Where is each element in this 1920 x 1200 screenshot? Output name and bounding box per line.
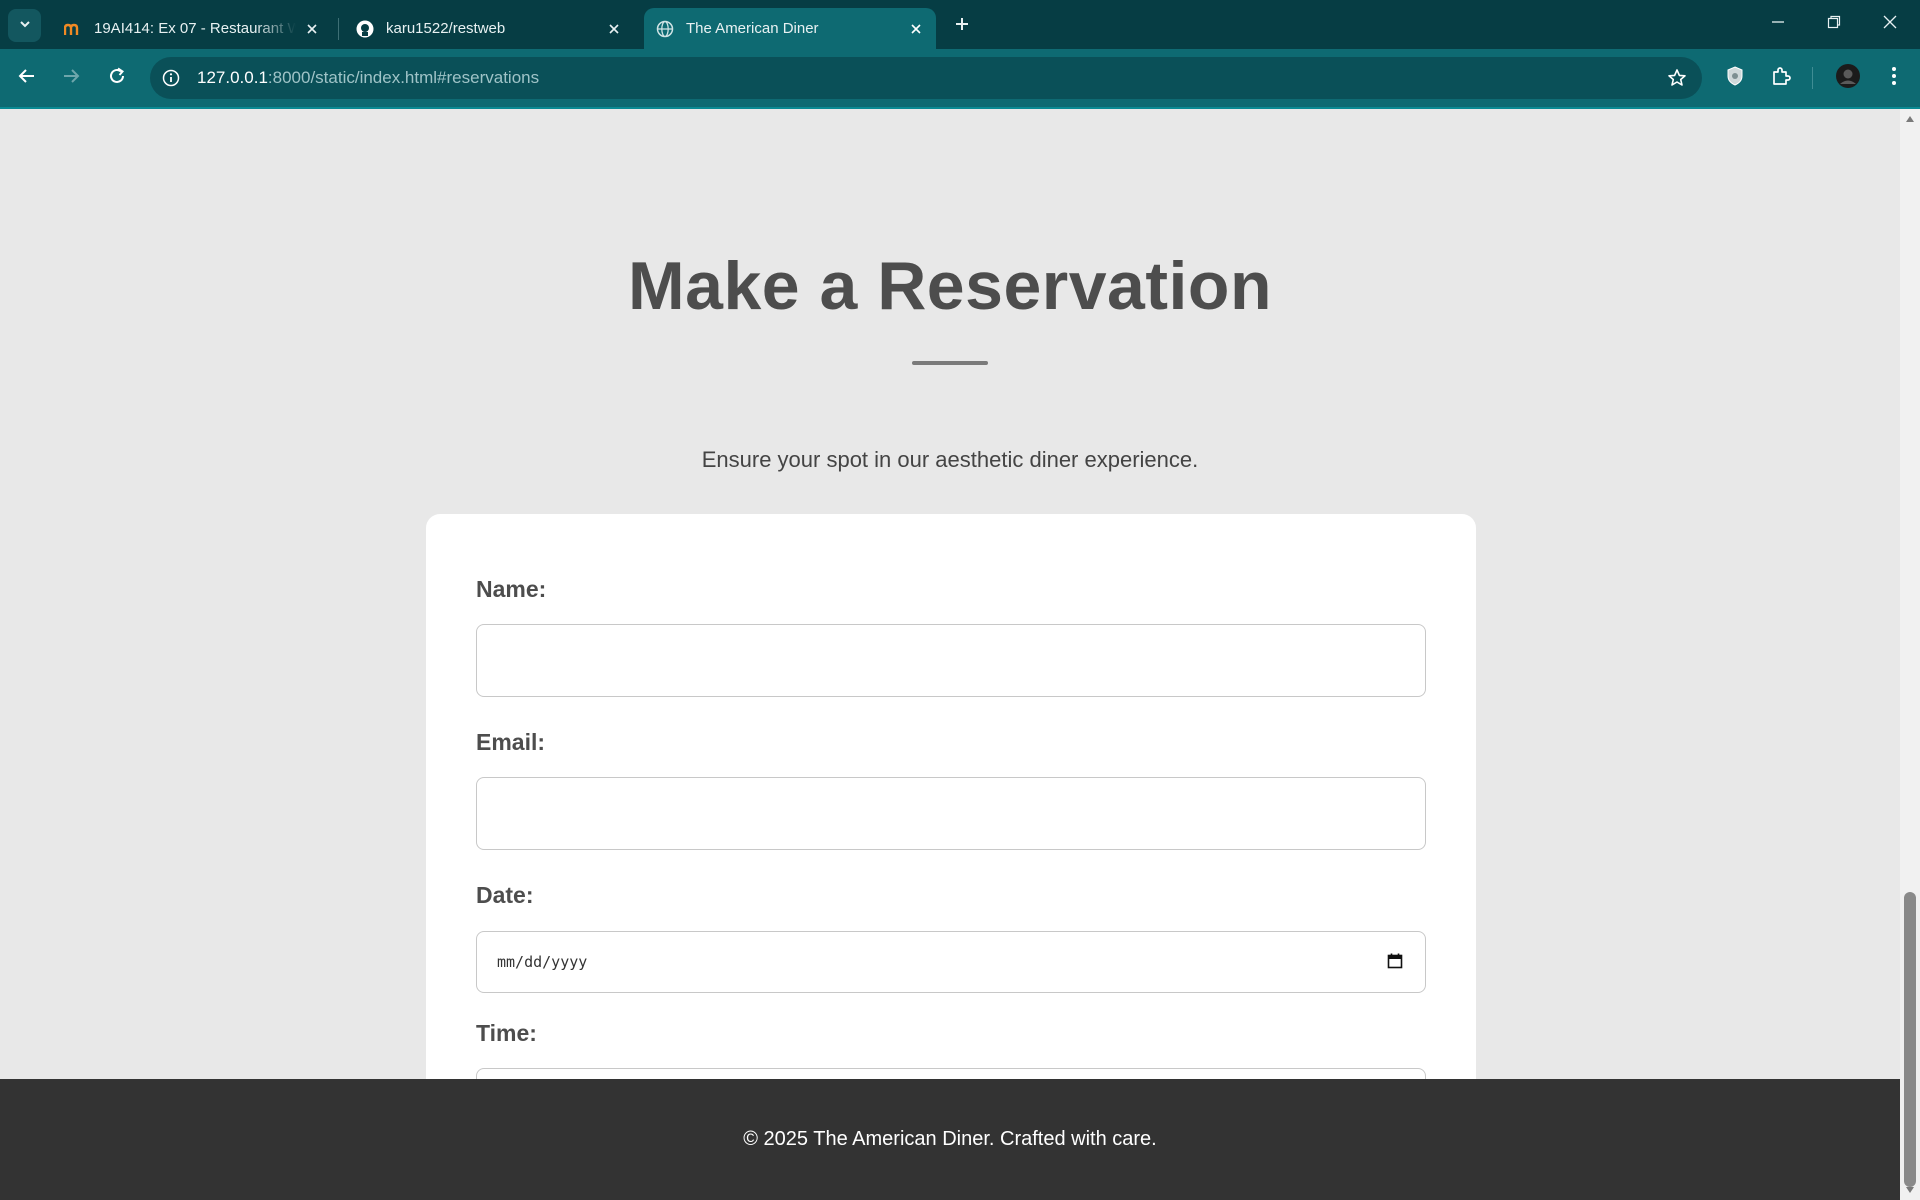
arrow-left-icon	[18, 67, 36, 90]
reservation-form: Name: Email: Date: mm/dd/yyyy Time:	[426, 514, 1476, 1141]
arrow-right-icon	[62, 67, 80, 90]
more-vertical-icon	[1891, 66, 1897, 91]
bookmark-star-icon[interactable]	[1666, 67, 1688, 89]
extensions-button[interactable]	[1766, 63, 1796, 93]
site-footer: © 2025 The American Diner. Crafted with …	[0, 1079, 1900, 1200]
address-bar[interactable]: 127.0.0.1:8000/static/index.html#reserva…	[150, 57, 1702, 99]
url-host: 127.0.0.1	[197, 68, 268, 87]
tab-american-diner[interactable]: The American Diner	[644, 8, 936, 49]
url-path: :8000/static/index.html#reservations	[267, 68, 540, 87]
shield-extension-button[interactable]	[1720, 63, 1750, 93]
close-window-button[interactable]	[1862, 0, 1918, 49]
puzzle-icon	[1771, 66, 1791, 91]
globe-icon	[656, 20, 674, 38]
profile-button[interactable]	[1833, 63, 1863, 93]
close-icon	[1883, 15, 1897, 34]
toolbar-divider	[1812, 67, 1813, 89]
shield-icon	[1726, 65, 1744, 91]
close-icon[interactable]	[908, 21, 924, 37]
close-icon[interactable]	[606, 21, 622, 37]
browser-toolbar: 127.0.0.1:8000/static/index.html#reserva…	[0, 49, 1920, 109]
new-tab-button[interactable]	[948, 12, 976, 40]
tab-search-button[interactable]	[8, 9, 41, 42]
forward-button[interactable]	[56, 63, 86, 93]
tab-title: The American Diner	[686, 20, 819, 37]
date-placeholder: mm/dd/yyyy	[497, 953, 588, 971]
restore-icon	[1827, 15, 1841, 34]
url-text: 127.0.0.1:8000/static/index.html#reserva…	[197, 68, 539, 88]
minimize-icon	[1771, 15, 1785, 34]
date-input[interactable]: mm/dd/yyyy	[476, 931, 1426, 993]
plus-icon	[954, 16, 970, 37]
calendar-icon[interactable]	[1385, 951, 1405, 971]
info-icon[interactable]	[160, 67, 182, 89]
name-label: Name:	[476, 576, 547, 602]
reload-icon	[108, 67, 126, 90]
avatar	[1835, 63, 1861, 94]
restore-button[interactable]	[1806, 0, 1862, 49]
tab-moodle[interactable]: 19AI414: Ex 07 - Restaurant Website	[52, 8, 332, 49]
page-title: Make a Reservation	[628, 248, 1272, 324]
tab-separator	[338, 18, 339, 40]
tab-github[interactable]: karu1522/restweb	[344, 8, 634, 49]
scroll-up-icon[interactable]	[1904, 114, 1916, 124]
reload-button[interactable]	[102, 63, 132, 93]
footer-text: © 2025 The American Diner. Crafted with …	[743, 1128, 1157, 1150]
scroll-down-icon[interactable]	[1904, 1185, 1916, 1195]
name-input[interactable]	[476, 624, 1426, 697]
title-divider	[912, 361, 988, 365]
minimize-button[interactable]	[1750, 0, 1806, 49]
tab-title: karu1522/restweb	[386, 20, 506, 37]
moodle-icon	[64, 20, 82, 38]
github-icon	[356, 20, 374, 38]
page-subtitle: Ensure your spot in our aesthetic diner …	[701, 447, 1199, 472]
scrollbar-thumb[interactable]	[1904, 892, 1916, 1187]
email-input[interactable]	[476, 777, 1426, 850]
date-label: Date:	[476, 882, 534, 908]
email-label: Email:	[476, 729, 546, 755]
browser-menu-button[interactable]	[1879, 63, 1909, 93]
close-icon[interactable]	[304, 21, 320, 37]
page-scrollbar[interactable]	[1900, 109, 1920, 1200]
tab-title: 19AI414: Ex 07 - Restaurant Website	[94, 20, 296, 37]
page-viewport: Make a Reservation Ensure your spot in o…	[0, 109, 1900, 1200]
back-button[interactable]	[12, 63, 42, 93]
time-label: Time:	[476, 1020, 537, 1046]
tab-strip: 19AI414: Ex 07 - Restaurant Website karu…	[0, 0, 1920, 49]
chevron-down-icon	[19, 17, 31, 35]
